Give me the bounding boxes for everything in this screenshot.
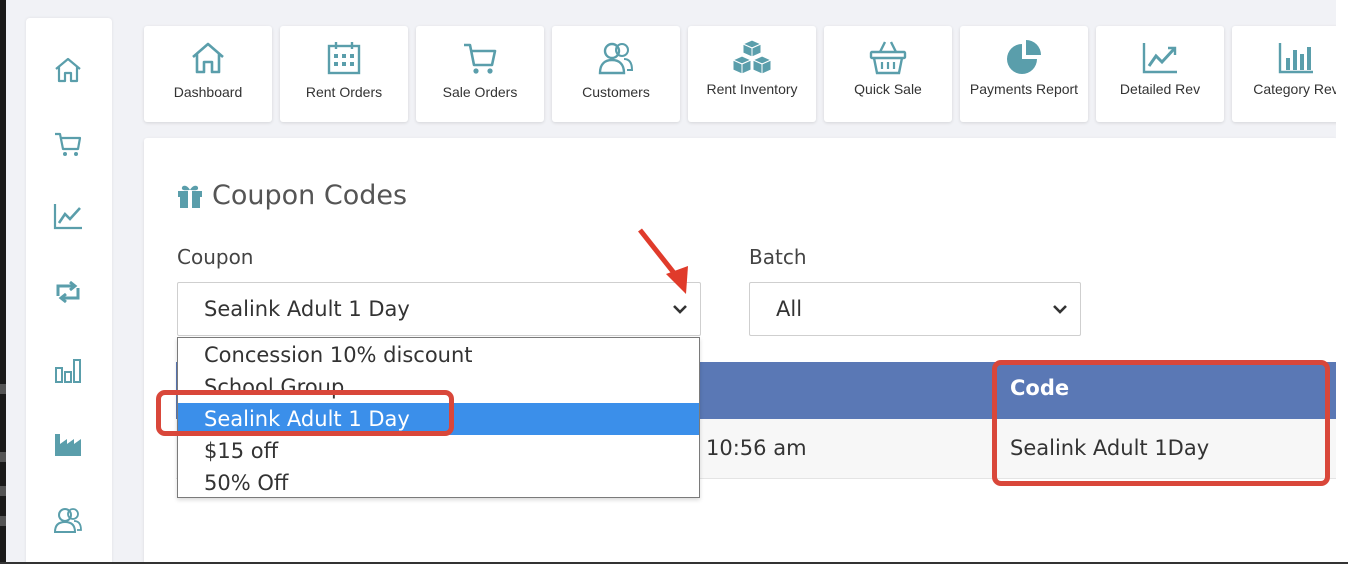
edge-mark [0, 452, 6, 462]
sidebar [26, 18, 112, 564]
home-icon [192, 42, 224, 74]
cart-icon [55, 132, 82, 156]
sidebar-cart[interactable] [50, 126, 86, 162]
tile-label: Dashboard [173, 84, 243, 100]
home-icon [55, 57, 81, 83]
tile-label: Payments Report [969, 81, 1079, 97]
right-edge-strip [1336, 0, 1348, 564]
industry-icon [55, 434, 81, 456]
cell-time: 10:56 am [706, 436, 807, 460]
basket-icon [869, 41, 907, 75]
tile-dashboard[interactable]: Dashboard [144, 26, 272, 122]
batch-label: Batch [749, 245, 807, 269]
coupon-select-value: Sealink Adult 1 Day [204, 297, 410, 321]
sidebar-transfers[interactable] [50, 274, 86, 310]
tile-label: Customers [582, 84, 650, 100]
users-icon [598, 42, 634, 75]
chevron-down-icon [1053, 305, 1067, 314]
coupon-select[interactable]: Sealink Adult 1 Day [177, 282, 701, 336]
cart-icon [464, 43, 497, 74]
left-edge-strip [0, 0, 6, 564]
tile-payments-report[interactable]: Payments Report [960, 26, 1088, 122]
line-chart-icon [53, 204, 82, 230]
sidebar-home[interactable] [50, 52, 86, 88]
sidebar-industry[interactable] [50, 426, 86, 462]
tile-label: Quick Sale [854, 81, 922, 97]
coupon-label: Coupon [177, 245, 254, 269]
tile-sale-orders[interactable]: Sale Orders [416, 26, 544, 122]
dropdown-option[interactable]: Concession 10% discount [178, 339, 699, 371]
tile-detailed-rev[interactable]: Detailed Rev [1096, 26, 1224, 122]
tile-label: Sale Orders [442, 84, 518, 100]
gift-icon [178, 185, 202, 208]
pie-chart-icon [1007, 40, 1041, 74]
batch-select[interactable]: All [749, 282, 1081, 336]
tile-label: Detailed Rev [1119, 81, 1201, 97]
highlight-selected-option [156, 390, 454, 436]
page-title-text: Coupon Codes [212, 180, 408, 211]
edge-mark [0, 384, 6, 394]
tile-label: Rent Orders [305, 84, 383, 100]
tile-label: Category Rev [1253, 81, 1339, 97]
calendar-icon [327, 42, 361, 75]
tile-category-rev[interactable]: Category Rev [1232, 26, 1348, 122]
line-chart-icon [1142, 43, 1177, 74]
sidebar-stats[interactable] [50, 352, 86, 388]
bar-chart-icon [55, 359, 81, 383]
dropdown-option[interactable]: $15 off [178, 435, 699, 467]
users-icon [53, 508, 82, 533]
tile-rent-orders[interactable]: Rent Orders [280, 26, 408, 122]
tile-customers[interactable]: Customers [552, 26, 680, 122]
page-title: Coupon Codes [176, 180, 407, 211]
retweet-icon [56, 280, 80, 304]
batch-select-value: All [776, 297, 803, 321]
edge-mark [0, 516, 6, 526]
annotation-arrow-icon [638, 228, 688, 294]
sidebar-customers[interactable] [50, 502, 86, 538]
chevron-down-icon [673, 305, 687, 314]
edge-mark [0, 486, 6, 496]
tile-quick-sale[interactable]: Quick Sale [824, 26, 952, 122]
tile-label: Rent Inventory [706, 81, 798, 97]
bar-chart-icon [1278, 43, 1313, 74]
tile-rent-inventory[interactable]: Rent Inventory [688, 26, 816, 122]
sidebar-reports[interactable] [50, 198, 86, 234]
dropdown-option[interactable]: 50% Off [178, 467, 699, 499]
boxes-icon [732, 39, 772, 75]
highlight-code-column [992, 360, 1330, 486]
